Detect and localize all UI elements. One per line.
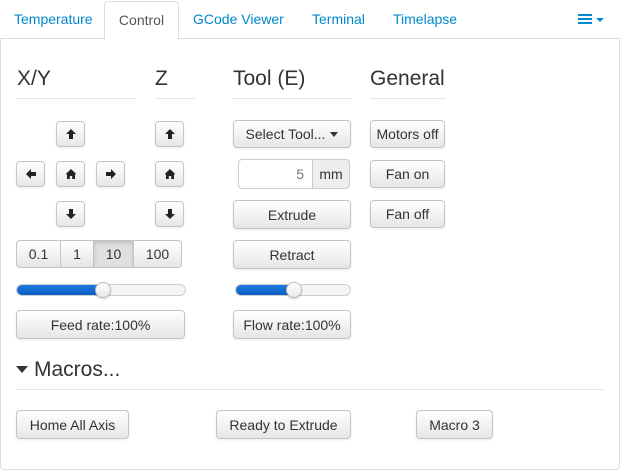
xy-column-title: X/Y: [17, 67, 51, 90]
z-column-title: Z: [155, 67, 168, 90]
extrude-button[interactable]: Extrude: [233, 200, 351, 229]
step-10-button[interactable]: 10: [94, 240, 134, 268]
caret-down-icon: [330, 131, 339, 137]
tab-terminal[interactable]: Terminal: [312, 0, 365, 39]
macro-3-button[interactable]: Macro 3: [416, 410, 493, 439]
motors-off-button[interactable]: Motors off: [370, 120, 445, 148]
jog-y-minus-button[interactable]: [56, 201, 85, 227]
feed-rate-slider-handle[interactable]: [95, 282, 111, 298]
feed-rate-button[interactable]: Feed rate:100%: [16, 310, 185, 339]
flow-rate-button[interactable]: Flow rate:100%: [233, 310, 351, 339]
fan-off-button[interactable]: Fan off: [370, 200, 445, 228]
home-xy-button[interactable]: [56, 161, 85, 187]
extrude-amount-input[interactable]: [238, 159, 312, 189]
macro-home-all-axis-button[interactable]: Home All Axis: [16, 410, 129, 439]
xy-title-rule: [16, 98, 136, 99]
tool-column-title: Tool (E): [233, 67, 306, 90]
jog-y-plus-button[interactable]: [56, 121, 85, 147]
jog-z-plus-button[interactable]: [155, 121, 184, 147]
step-size-group: 0.1 1 10 100: [16, 240, 182, 268]
general-column-title: General: [370, 67, 445, 90]
extrude-amount-group: mm: [238, 159, 350, 189]
feed-rate-slider[interactable]: [16, 282, 186, 298]
select-tool-dropdown[interactable]: Select Tool...: [233, 120, 351, 148]
macros-rule: [16, 389, 604, 390]
arrow-down-icon: [164, 209, 175, 219]
arrow-up-icon: [65, 129, 76, 139]
step-100-button[interactable]: 100: [134, 240, 182, 268]
flow-rate-slider[interactable]: [235, 282, 351, 298]
arrow-right-icon: [105, 169, 116, 179]
step-0.1-button[interactable]: 0.1: [16, 240, 61, 268]
macros-toggle[interactable]: Macros...: [16, 358, 120, 382]
jog-x-minus-button[interactable]: [16, 161, 45, 187]
home-z-button[interactable]: [155, 161, 184, 187]
select-tool-label: Select Tool...: [245, 126, 326, 142]
macro-ready-to-extrude-button[interactable]: Ready to Extrude: [216, 410, 351, 439]
list-menu-icon: [578, 14, 604, 24]
z-title-rule: [155, 98, 195, 99]
tab-temperature[interactable]: Temperature: [14, 0, 93, 39]
tab-overflow-menu-button[interactable]: [576, 11, 606, 29]
caret-down-icon: [16, 366, 28, 373]
arrow-left-icon: [25, 169, 36, 179]
flow-rate-slider-handle[interactable]: [286, 282, 302, 298]
retract-button[interactable]: Retract: [233, 240, 351, 269]
arrow-down-icon: [65, 209, 76, 219]
home-icon: [164, 169, 175, 179]
feed-rate-slider-fill: [17, 285, 103, 295]
fan-on-button[interactable]: Fan on: [370, 160, 445, 188]
arrow-up-icon: [164, 129, 175, 139]
tab-timelapse[interactable]: Timelapse: [393, 0, 457, 39]
jog-x-plus-button[interactable]: [96, 161, 125, 187]
tool-title-rule: [233, 98, 351, 99]
general-title-rule: [370, 98, 446, 99]
step-1-button[interactable]: 1: [61, 240, 94, 268]
tab-gcode-viewer[interactable]: GCode Viewer: [193, 0, 284, 39]
tab-control[interactable]: Control: [104, 1, 179, 40]
macros-title: Macros...: [34, 358, 121, 381]
home-icon: [65, 169, 76, 179]
extrude-unit-label: mm: [312, 159, 350, 189]
jog-z-minus-button[interactable]: [155, 201, 184, 227]
tab-bar: Temperature Control GCode Viewer Termina…: [0, 0, 620, 40]
